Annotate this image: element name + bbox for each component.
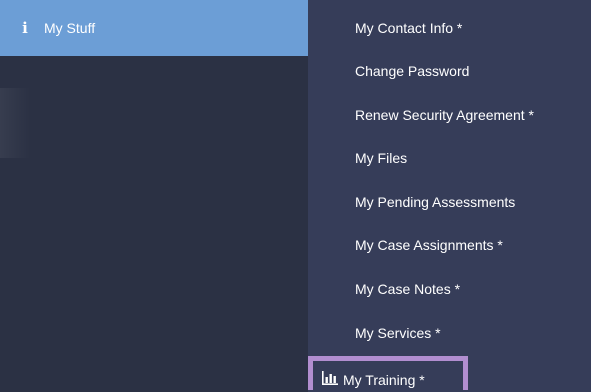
submenu-item-label: Change Password [355, 63, 470, 79]
submenu-item-my-case-notes[interactable]: My Case Notes * [308, 268, 591, 310]
submenu-item-label: My Training * [343, 371, 425, 388]
submenu-item-label: My Pending Assessments [355, 194, 516, 210]
sidebar-item-my-stuff[interactable]: i My Stuff [0, 0, 308, 56]
background-fade [0, 88, 30, 158]
my-stuff-submenu: My Contact Info * Change Password Renew … [308, 0, 591, 392]
submenu-item-renew-security-agreement[interactable]: Renew Security Agreement * [308, 94, 591, 136]
sidebar-item-label: My Stuff [44, 20, 96, 36]
submenu-item-label: My Services * [355, 325, 441, 341]
submenu-item-my-files[interactable]: My Files [308, 137, 591, 179]
submenu-item-my-services[interactable]: My Services * [308, 312, 591, 354]
submenu-item-label: My Case Notes * [355, 281, 461, 297]
submenu-item-my-case-assignments[interactable]: My Case Assignments * [308, 224, 591, 266]
submenu-item-my-pending-assessments[interactable]: My Pending Assessments [308, 181, 591, 223]
submenu-item-my-training[interactable]: My Training * [308, 356, 468, 390]
info-icon: i [22, 19, 28, 37]
submenu-item-label: My Case Assignments * [355, 237, 503, 253]
submenu-item-label: Renew Security Agreement * [355, 107, 534, 123]
bar-chart-icon [322, 371, 338, 385]
submenu-item-change-password[interactable]: Change Password [308, 50, 591, 92]
left-sidebar: i My Stuff [0, 0, 308, 392]
submenu-item-label: My Contact Info * [355, 20, 463, 36]
submenu-item-label: My Files [355, 150, 408, 166]
submenu-item-my-contact-info[interactable]: My Contact Info * [308, 7, 591, 49]
